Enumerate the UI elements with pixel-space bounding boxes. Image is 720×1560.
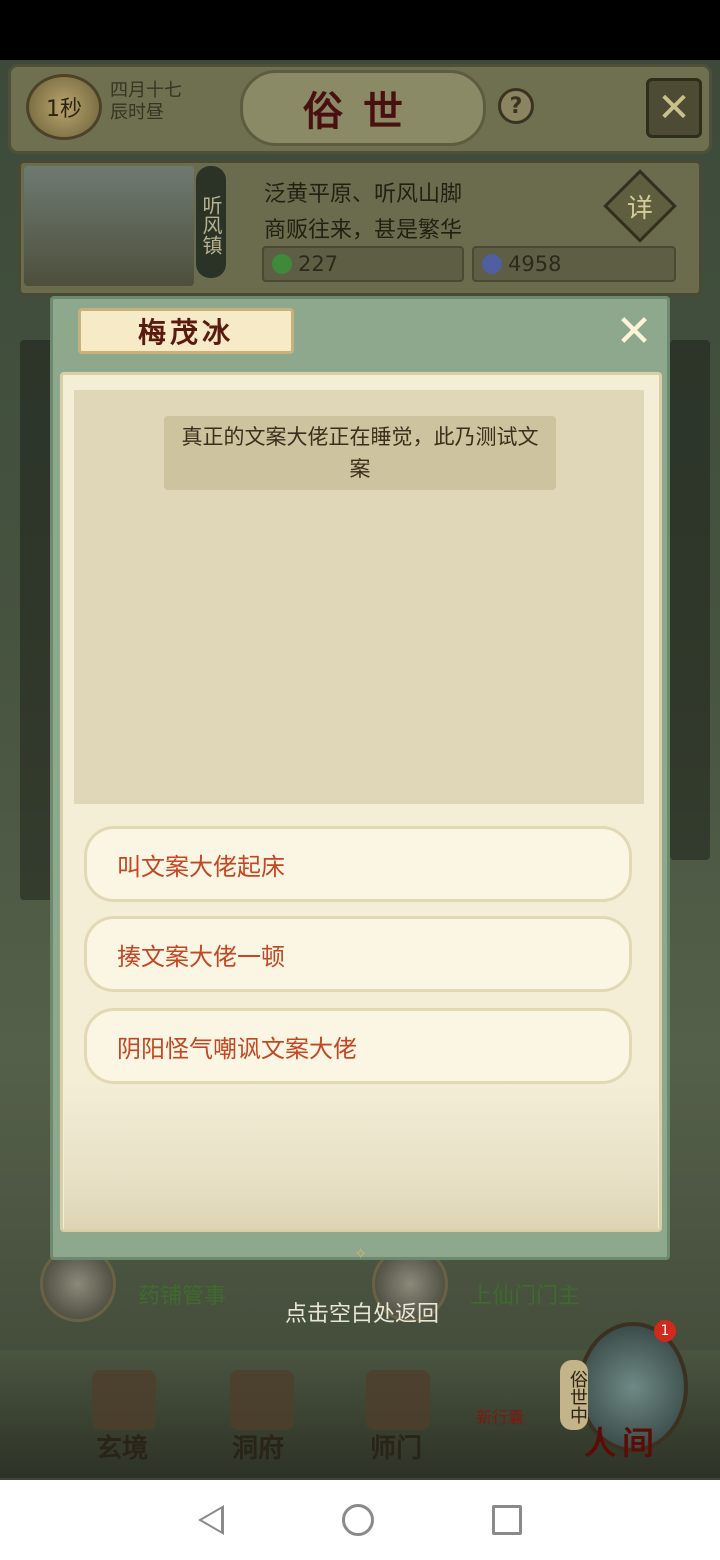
role-label: 药铺管事 — [138, 1284, 227, 1309]
resource-jade: 227 — [262, 246, 464, 282]
resource-jade-value: 227 — [298, 252, 339, 276]
tap-to-return-hint[interactable]: 点击空白处返回 — [240, 1294, 484, 1330]
choice-button[interactable]: 阴阳怪气嘲讽文案大佬 — [84, 1008, 632, 1084]
location-desc-line1: 泛黄平原、听风山脚 — [264, 182, 463, 207]
game-date: 四月十七 辰时昼 — [110, 80, 182, 124]
dialog-message: 真正的文案大佬正在睡觉，此乃测试文案 — [164, 416, 556, 490]
role-label: 上仙门门主 — [470, 1284, 581, 1309]
page-title: 俗世 — [240, 70, 486, 146]
choice-button[interactable]: 叫文案大佬起床 — [84, 826, 632, 902]
back-icon[interactable] — [198, 1505, 224, 1535]
mountain-decoration — [64, 1080, 658, 1230]
home-icon[interactable] — [342, 1504, 374, 1536]
nav-item-xuanjing[interactable]: 玄境 — [96, 1428, 148, 1465]
building-right — [670, 340, 710, 860]
nav-item-shimen[interactable]: 师门 — [370, 1428, 422, 1465]
date-line-1: 四月十七 — [110, 80, 182, 101]
top-close-button[interactable]: ✕ — [646, 78, 702, 138]
resource-coin: 4958 — [472, 246, 676, 282]
notification-badge: 1 — [654, 1320, 676, 1342]
close-icon[interactable]: ✕ — [612, 310, 656, 354]
jade-icon — [272, 254, 292, 274]
date-line-2: 辰时昼 — [110, 102, 164, 123]
help-button[interactable]: ? — [498, 88, 534, 124]
location-image — [24, 166, 194, 286]
scroll-icon[interactable] — [92, 1370, 156, 1430]
bag-new-label[interactable]: 新行囊 — [476, 1404, 524, 1428]
detail-button-label[interactable]: 详 — [614, 180, 666, 232]
pavilion-icon[interactable] — [230, 1370, 294, 1430]
location-name-tag: 听风镇 — [196, 166, 226, 278]
coin-icon — [482, 254, 502, 274]
location-desc-line2: 商贩往来，甚是繁华 — [264, 218, 463, 243]
timer-badge: 1秒 — [26, 74, 102, 140]
npc-name: 梅茂冰 — [78, 308, 294, 354]
resource-coin-value: 4958 — [508, 252, 562, 276]
world-label[interactable]: 人间 — [584, 1418, 660, 1464]
nav-item-dongfu[interactable]: 洞府 — [232, 1428, 284, 1465]
system-nav-bar — [0, 1480, 720, 1560]
recent-apps-icon[interactable] — [492, 1505, 522, 1535]
banner-icon[interactable] — [366, 1370, 430, 1430]
choice-button[interactable]: 揍文案大佬一顿 — [84, 916, 632, 992]
pin-icon: ✧ — [354, 1244, 368, 1263]
